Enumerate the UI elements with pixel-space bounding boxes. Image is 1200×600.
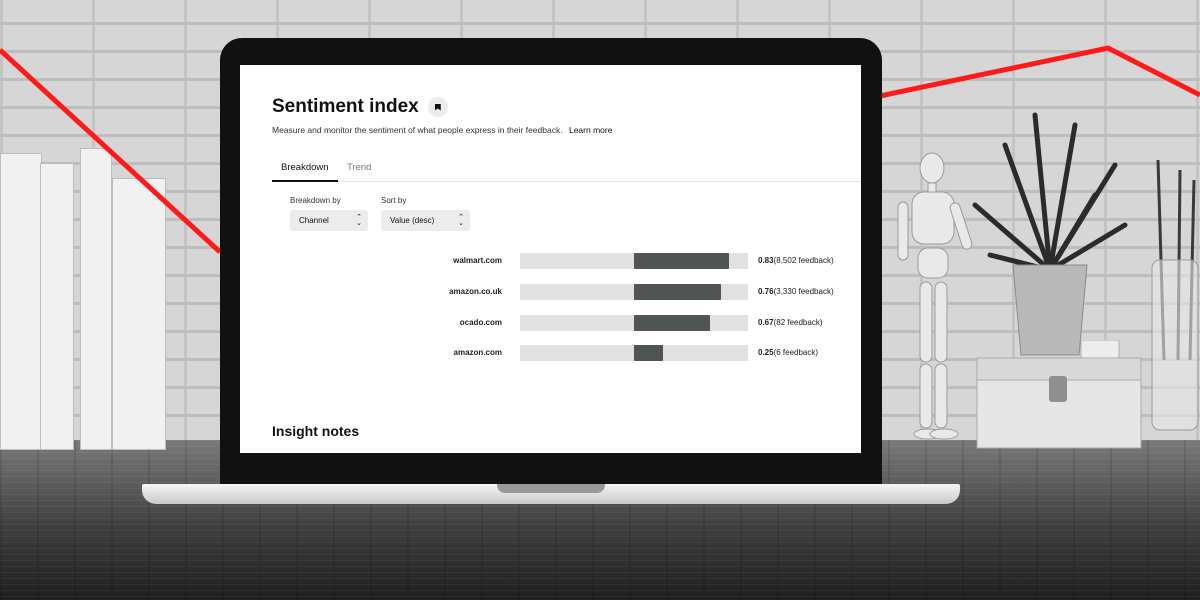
app-screen: Sentiment index Measure and monitor the … <box>240 65 861 453</box>
sort-by-select[interactable]: Value (desc) ⌃ ⌄ <box>381 210 470 231</box>
bar-value: 0.76(3,330 feedback) <box>758 287 834 296</box>
breakdown-by-control: Breakdown by Channel ⌃ ⌄ <box>290 196 368 231</box>
laptop-notch <box>497 484 605 493</box>
tab-bar: Breakdown Trend <box>272 157 861 182</box>
bar-track <box>520 284 748 300</box>
sort-by-value: Value (desc) <box>390 216 435 225</box>
up-down-chevron-icon: ⌃ ⌄ <box>458 213 464 227</box>
bar-value: 0.25(6 feedback) <box>758 348 818 357</box>
bar-track <box>520 253 748 269</box>
breakdown-by-label: Breakdown by <box>290 196 341 205</box>
bar-track <box>520 315 748 331</box>
bookmark-button[interactable] <box>427 97 448 117</box>
insight-notes-heading: Insight notes <box>272 423 360 439</box>
tab-trend[interactable]: Trend <box>347 162 371 180</box>
bar-score: 0.25 <box>758 348 774 357</box>
bar-value: 0.67(82 feedback) <box>758 318 823 327</box>
bar-score: 0.67 <box>758 318 774 327</box>
description-text: Measure and monitor the sentiment of wha… <box>272 125 563 135</box>
breakdown-by-value: Channel <box>299 216 329 225</box>
bar-channel-label: ocado.com <box>459 318 502 327</box>
bar-feedback-count: (3,330 feedback) <box>773 287 834 296</box>
bar-row: amazon.com 0.25(6 feedback) <box>240 343 860 363</box>
bookmark-icon <box>434 103 441 111</box>
bar-channel-label: amazon.co.uk <box>449 287 502 296</box>
bar-channel-label: walmart.com <box>453 256 502 265</box>
bar-feedback-count: (6 feedback) <box>773 348 819 357</box>
bar-score: 0.83 <box>758 256 774 265</box>
tab-breakdown[interactable]: Breakdown <box>272 162 338 182</box>
bar-row: ocado.com 0.67(82 feedback) <box>240 313 860 333</box>
sort-by-label: Sort by <box>381 196 407 205</box>
bar-channel-label: amazon.com <box>453 348 502 357</box>
page-description: Measure and monitor the sentiment of wha… <box>272 125 612 135</box>
bar-track <box>520 345 748 361</box>
sort-by-control: Sort by Value (desc) ⌃ ⌄ <box>381 196 470 231</box>
bar-score: 0.76 <box>758 287 774 296</box>
bar-row: amazon.co.uk 0.76(3,330 feedback) <box>240 282 860 302</box>
learn-more-link[interactable]: Learn more <box>569 125 612 135</box>
title-row: Sentiment index <box>272 96 448 118</box>
bar-fill <box>634 284 721 300</box>
bar-value: 0.83(8,502 feedback) <box>758 256 834 265</box>
breakdown-by-select[interactable]: Channel ⌃ ⌄ <box>290 210 368 231</box>
up-down-chevron-icon: ⌃ ⌄ <box>356 213 362 227</box>
bar-fill <box>634 253 729 269</box>
bar-fill <box>634 345 663 361</box>
page-title: Sentiment index <box>272 96 419 117</box>
bar-feedback-count: (82 feedback) <box>773 318 823 327</box>
bar-row: walmart.com 0.83(8,502 feedback) <box>240 251 860 271</box>
bar-feedback-count: (8,502 feedback) <box>773 256 834 265</box>
bar-fill <box>634 315 711 331</box>
